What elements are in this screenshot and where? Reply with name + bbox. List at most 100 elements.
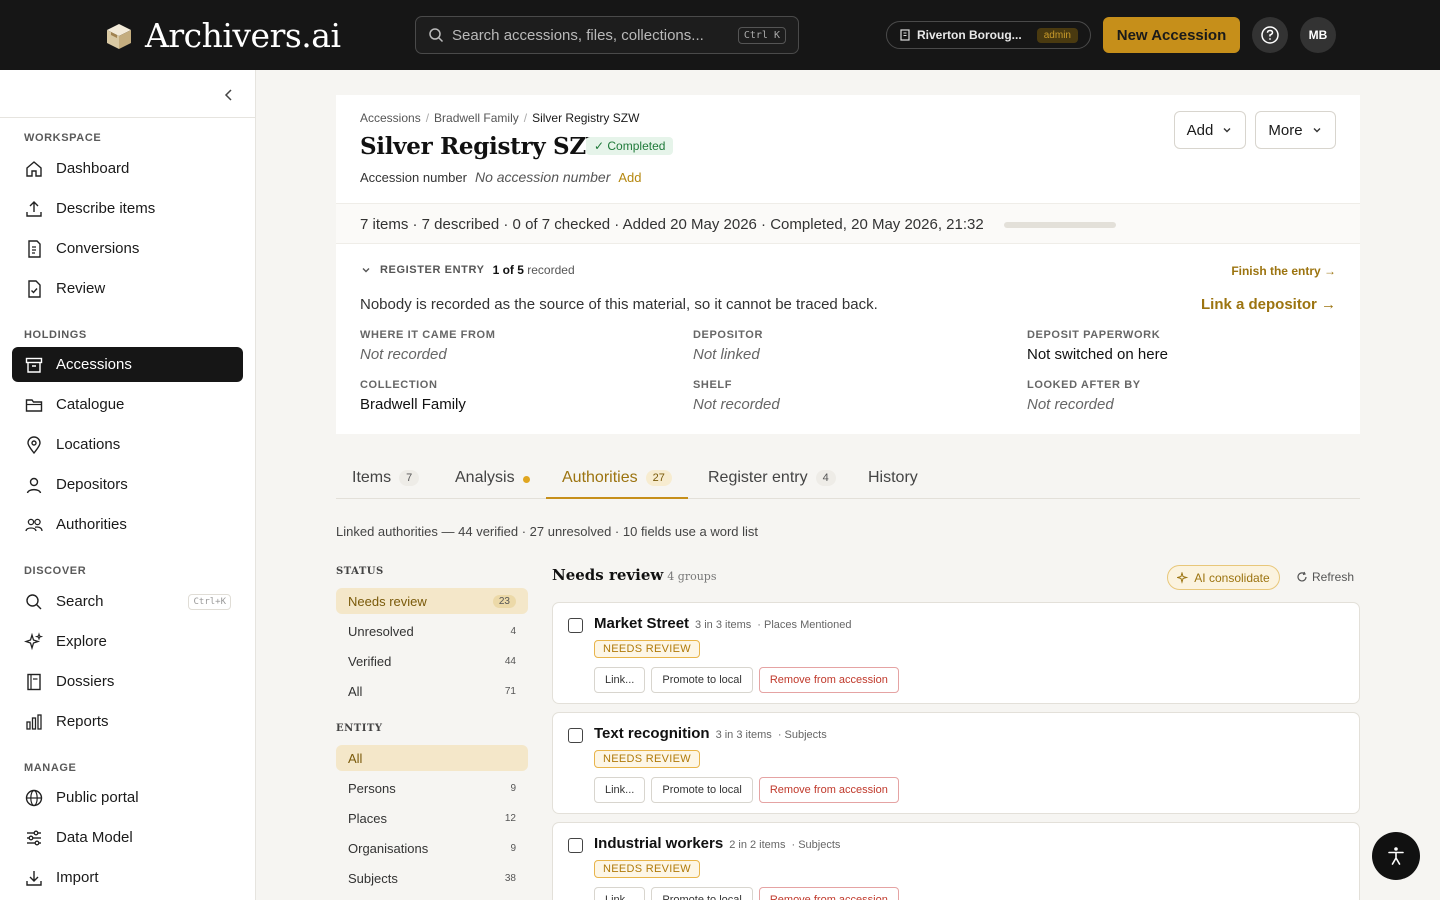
breadcrumb-accessions[interactable]: Accessions — [360, 111, 421, 125]
link-button[interactable]: Link... — [594, 777, 646, 803]
sidebar-item-locations[interactable]: Locations — [12, 427, 243, 462]
sidebar-item-conversions[interactable]: Conversions — [12, 231, 243, 266]
tab-analysis[interactable]: Analysis — [455, 457, 530, 499]
breadcrumb-collection[interactable]: Bradwell Family — [434, 111, 519, 125]
filter-all-status[interactable]: All 71 — [336, 678, 528, 704]
more-dropdown-button[interactable]: More — [1255, 111, 1336, 149]
archive-icon — [25, 357, 43, 373]
sidebar-item-explore[interactable]: Explore — [12, 624, 243, 659]
global-search[interactable]: Search accessions, files, collections...… — [415, 16, 799, 54]
sidebar-item-search[interactable]: Search Ctrl+K — [12, 584, 243, 619]
sidebar-item-import[interactable]: Import — [12, 860, 243, 895]
accession-stats: 7 items · 7 described · 0 of 7 checked ·… — [360, 216, 984, 233]
remove-from-accession-button[interactable]: Remove from accession — [758, 777, 899, 803]
role-badge: admin — [1036, 27, 1078, 43]
authority-name[interactable]: Industrial workers — [594, 835, 723, 852]
sidebar-item-review[interactable]: Review — [12, 271, 243, 306]
link-depositor-link[interactable]: Link a depositor → — [1201, 296, 1336, 313]
sidebar-item-reports[interactable]: Reports — [12, 704, 243, 739]
sidebar-item-dossiers[interactable]: Dossiers — [12, 664, 243, 699]
filter-count: 71 — [504, 685, 516, 697]
promote-to-local-button[interactable]: Promote to local — [651, 667, 753, 693]
authority-title: Industrial workers 2 in 2 items · Subjects — [594, 835, 840, 852]
filter-subjects[interactable]: Subjects 38 — [336, 865, 528, 891]
sidebar-item-dashboard[interactable]: Dashboard — [12, 151, 243, 186]
authority-field: · Places Mentioned — [757, 619, 852, 631]
users-icon — [25, 518, 43, 531]
accessibility-button[interactable] — [1372, 832, 1420, 880]
refresh-label: Refresh — [1312, 570, 1355, 584]
download-icon — [26, 870, 42, 886]
sidebar-item-label: Dossiers — [56, 673, 115, 690]
filter-organisations[interactable]: Organisations 9 — [336, 835, 528, 861]
sidebar-item-authorities[interactable]: Authorities — [12, 507, 243, 542]
filter-persons[interactable]: Persons 9 — [336, 775, 528, 801]
activity-dot — [522, 476, 530, 483]
sidebar-item-label: Public portal — [56, 789, 139, 806]
accessibility-icon — [1388, 847, 1404, 865]
promote-to-local-button[interactable]: Promote to local — [651, 887, 753, 900]
home-icon — [26, 160, 42, 177]
collapse-sidebar-button[interactable] — [220, 86, 238, 104]
authority-title: Text recognition 3 in 3 items · Subjects — [594, 725, 827, 742]
link-button[interactable]: Link... — [594, 667, 646, 693]
add-dropdown-button[interactable]: Add — [1174, 111, 1246, 149]
tab-authorities[interactable]: Authorities 27 — [546, 457, 688, 499]
authority-title: Market Street 3 in 3 items · Places Mentio… — [594, 615, 851, 632]
add-accession-number-link[interactable]: Add — [618, 170, 641, 185]
help-button[interactable] — [1252, 17, 1288, 53]
filter-heading-status: STATUS — [336, 566, 384, 577]
sidebar-item-describe-items[interactable]: Describe items — [12, 191, 243, 226]
authorities-summary: Linked authorities — 44 verified · 27 un… — [336, 524, 758, 539]
sidebar-item-depositors[interactable]: Depositors — [12, 467, 243, 502]
sidebar-item-catalogue[interactable]: Catalogue — [12, 387, 243, 422]
select-checkbox[interactable] — [568, 728, 583, 743]
app-logo[interactable]: Archivers.ai — [103, 16, 341, 55]
field-label: COLLECTION — [360, 379, 438, 391]
filter-needs-review[interactable]: Needs review 23 — [336, 588, 528, 614]
filter-label: Subjects — [348, 870, 398, 886]
tab-label: Authorities — [562, 469, 638, 486]
filter-count: 23 — [492, 594, 516, 608]
remove-from-accession-button[interactable]: Remove from accession — [758, 667, 899, 693]
authority-name[interactable]: Text recognition — [594, 725, 710, 742]
bar-chart-icon — [26, 713, 42, 730]
refresh-button[interactable]: Refresh — [1296, 570, 1354, 584]
field-collection: COLLECTION Bradwell Family — [360, 379, 660, 413]
new-accession-button[interactable]: New Accession — [1103, 17, 1240, 53]
sidebar-item-label: Locations — [56, 436, 121, 453]
register-entry-toggle[interactable]: REGISTER ENTRY 1 of 5 recorded — [360, 263, 575, 277]
field-value[interactable]: Bradwell Family — [360, 396, 660, 413]
filter-verified[interactable]: Verified 44 — [336, 648, 528, 674]
tab-history[interactable]: History — [868, 457, 918, 499]
select-checkbox[interactable] — [568, 838, 583, 853]
filter-entity-all[interactable]: All — [336, 745, 528, 771]
org-switcher[interactable]: Riverton Boroug... admin — [886, 21, 1091, 49]
promote-to-local-button[interactable]: Promote to local — [651, 777, 753, 803]
user-avatar[interactable]: MB — [1300, 17, 1336, 53]
tab-items[interactable]: Items 7 — [352, 457, 420, 499]
field-label: SHELF — [693, 379, 733, 391]
filter-count: 4 — [510, 625, 516, 637]
filter-count: 38 — [504, 872, 516, 884]
field-value: Not linked — [693, 346, 760, 363]
section-label-holdings: HOLDINGS — [24, 329, 87, 341]
finish-entry-link[interactable]: Finish the entry → — [1231, 264, 1336, 278]
ai-consolidate-button[interactable]: AI consolidate — [1167, 565, 1280, 590]
filter-label: Organisations — [348, 840, 429, 856]
link-button[interactable]: Link... — [594, 887, 646, 900]
authority-group-card: Market Street 3 in 3 items · Places Mentio… — [552, 602, 1360, 704]
sidebar-item-accessions[interactable]: Accessions — [12, 347, 243, 382]
sidebar-item-data-model[interactable]: Data Model — [12, 820, 243, 855]
authority-name[interactable]: Market Street — [594, 615, 689, 632]
select-checkbox[interactable] — [568, 618, 583, 633]
sidebar-item-label: Import — [56, 869, 99, 886]
tab-register-entry[interactable]: Register entry 4 — [708, 457, 836, 499]
remove-from-accession-button[interactable]: Remove from accession — [758, 887, 899, 900]
authority-field: · Subjects — [791, 839, 841, 851]
sidebar-item-label: Describe items — [56, 200, 156, 217]
sidebar-item-public-portal[interactable]: Public portal — [12, 780, 243, 815]
filter-unresolved[interactable]: Unresolved 4 — [336, 618, 528, 644]
filter-places[interactable]: Places 12 — [336, 805, 528, 831]
sparkles-icon — [24, 631, 44, 650]
